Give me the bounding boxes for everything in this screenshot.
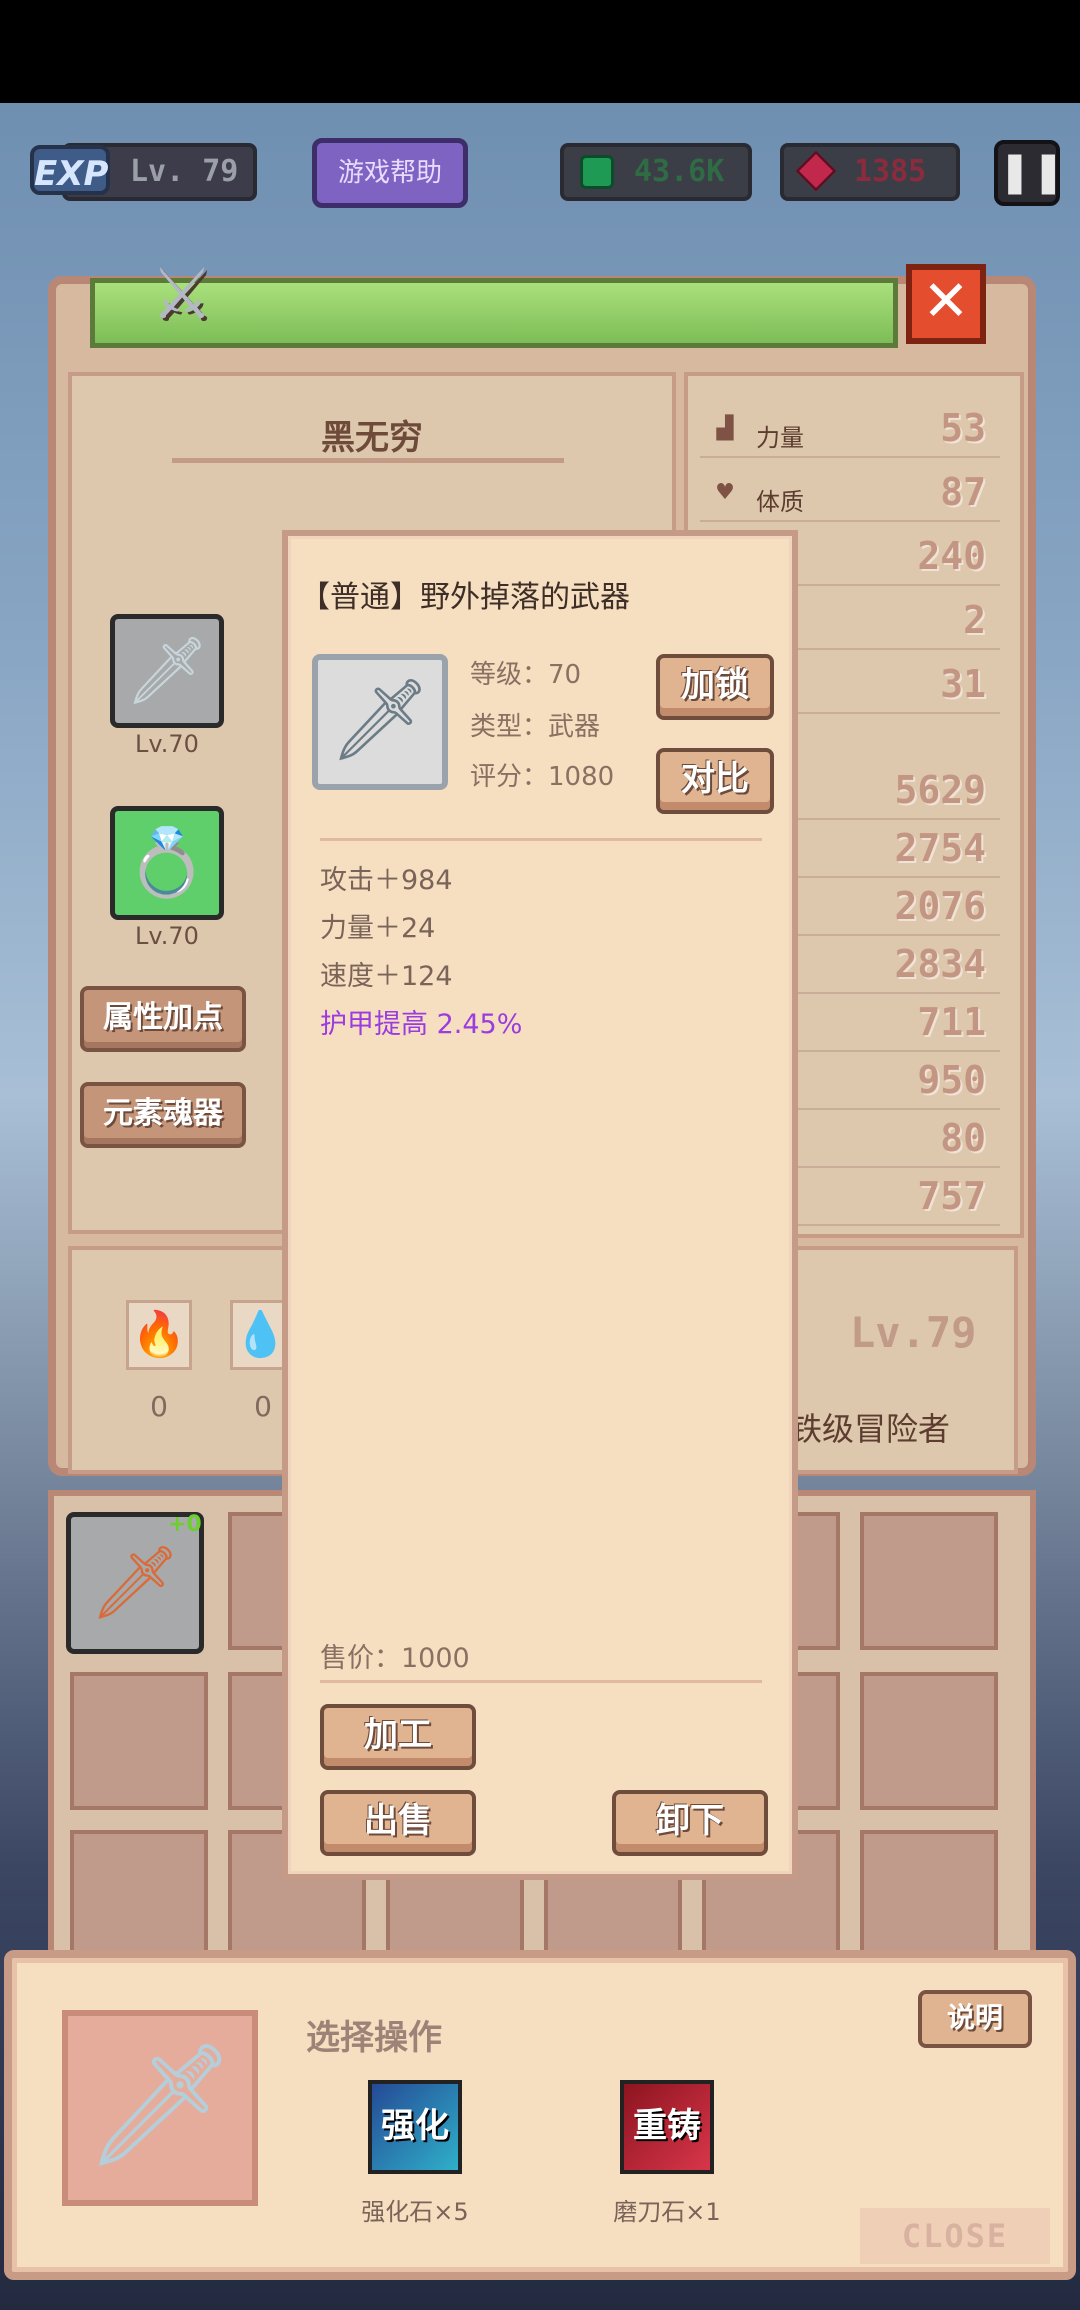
ruby-icon — [795, 150, 837, 192]
attribute-attack: 攻击＋984 — [320, 865, 453, 896]
player-level-large: Lv.79 — [850, 1308, 977, 1357]
weapon-level: Lv.70 — [135, 730, 199, 758]
selected-item-preview: 🗡 — [62, 2010, 258, 2206]
stat-value: 757 — [917, 1174, 986, 1218]
gem-currency: 43.6K — [560, 143, 752, 201]
sword-icon: 🗡 — [83, 2036, 237, 2175]
item-title: 【普通】野外掉落的武器 — [300, 580, 630, 615]
pause-icon: ❚❚ — [998, 149, 1066, 195]
enhance-cost: 强化石×5 — [361, 2198, 469, 2226]
inventory-slot[interactable] — [860, 1672, 998, 1810]
reforge-button[interactable]: 重铸 — [620, 2080, 714, 2174]
game-help-button[interactable]: 游戏帮助 — [312, 138, 468, 208]
element-soul-button[interactable]: 元素魂器 — [80, 1082, 246, 1148]
inventory-slot[interactable] — [860, 1830, 998, 1968]
stat-value: 2 — [963, 598, 986, 642]
attribute-armor-bonus: 护甲提高 2.45% — [320, 1009, 523, 1040]
stat-value: 2754 — [894, 826, 986, 870]
pause-button[interactable]: ❚❚ — [994, 140, 1065, 206]
enhance-label: 强化 — [381, 2106, 449, 2146]
item-enhance-level: +0 — [168, 1512, 202, 1537]
name-underline — [172, 458, 564, 463]
heart-icon: ♥ — [715, 480, 735, 505]
stat-row-strength: ▟ 力量 53 — [700, 404, 1000, 458]
ruby-currency: 1385 — [780, 143, 960, 201]
attribute-points-button[interactable]: 属性加点 — [80, 986, 246, 1052]
stat-value: 2076 — [894, 884, 986, 928]
player-level-text: Lv. 79 — [130, 154, 239, 189]
process-button[interactable]: 加工 — [320, 1704, 476, 1770]
crossed-swords-icon: ⚔ — [150, 253, 214, 335]
inventory-slot[interactable] — [70, 1830, 208, 1968]
sell-button[interactable]: 出售 — [320, 1790, 476, 1856]
stat-label: 体质 — [756, 488, 804, 516]
equipped-weapon-slot[interactable]: 🗡 — [110, 614, 224, 728]
ruby-amount: 1385 — [854, 154, 927, 189]
item-score: 评分：1080 — [470, 762, 615, 792]
stat-value: 87 — [940, 470, 986, 514]
stat-value: 950 — [917, 1058, 986, 1102]
attribute-speed: 速度＋124 — [320, 961, 453, 992]
stat-row-constitution: ♥ 体质 87 — [700, 468, 1000, 522]
reforge-label: 重铸 — [633, 2106, 701, 2146]
stat-value: 711 — [917, 1000, 986, 1044]
stat-value: 53 — [940, 406, 986, 450]
stat-label: 力量 — [756, 424, 804, 452]
inventory-slot[interactable] — [70, 1672, 208, 1810]
stat-value: 240 — [917, 534, 986, 578]
fire-element-icon[interactable]: 🔥 — [126, 1300, 192, 1370]
gem-amount: 43.6K — [634, 154, 725, 189]
divider — [320, 838, 762, 841]
ring-icon: 💍 — [125, 824, 209, 901]
attribute-strength: 力量＋24 — [320, 913, 436, 944]
ring-level: Lv.70 — [135, 922, 199, 950]
enhance-button[interactable]: 强化 — [368, 2080, 462, 2174]
water-element-icon[interactable]: 💧 — [230, 1300, 290, 1370]
fire-element-count: 0 — [150, 1390, 168, 1423]
item-thumbnail: 🗡 — [312, 654, 448, 790]
exp-badge: EXP — [30, 145, 110, 195]
stat-value: 2834 — [894, 942, 986, 986]
stat-value: 5629 — [894, 768, 986, 812]
equipped-ring-slot[interactable]: 💍 — [110, 806, 224, 920]
unequip-button[interactable]: 卸下 — [612, 1790, 768, 1856]
close-icon: ✕ — [922, 269, 970, 334]
close-panel-button[interactable]: ✕ — [906, 264, 986, 344]
item-level: 等级：70 — [470, 660, 582, 690]
close-button[interactable]: CLOSE — [860, 2208, 1050, 2264]
divider — [320, 1680, 762, 1683]
item-type: 类型：武器 — [470, 712, 601, 742]
operation-title: 选择操作 — [306, 2018, 442, 2058]
strength-icon: ▟ — [716, 416, 734, 441]
player-rank: 铁级冒险者 — [790, 1410, 951, 1448]
gem-icon — [580, 155, 614, 189]
reforge-cost: 磨刀石×1 — [613, 2198, 721, 2226]
sell-price: 售价：1000 — [320, 1643, 470, 1674]
character-name: 黑无穷 — [321, 418, 423, 458]
flame-sword-icon: 🗡 — [89, 1540, 181, 1624]
compare-button[interactable]: 对比 — [656, 748, 774, 814]
stat-value: 31 — [940, 662, 986, 706]
stat-value: 80 — [940, 1116, 986, 1160]
sword-icon: 🗡 — [329, 673, 431, 766]
lock-button[interactable]: 加锁 — [656, 654, 774, 720]
inventory-slot[interactable] — [860, 1512, 998, 1650]
explain-button[interactable]: 说明 — [918, 1990, 1032, 2048]
sword-icon: 🗡 — [125, 632, 209, 709]
